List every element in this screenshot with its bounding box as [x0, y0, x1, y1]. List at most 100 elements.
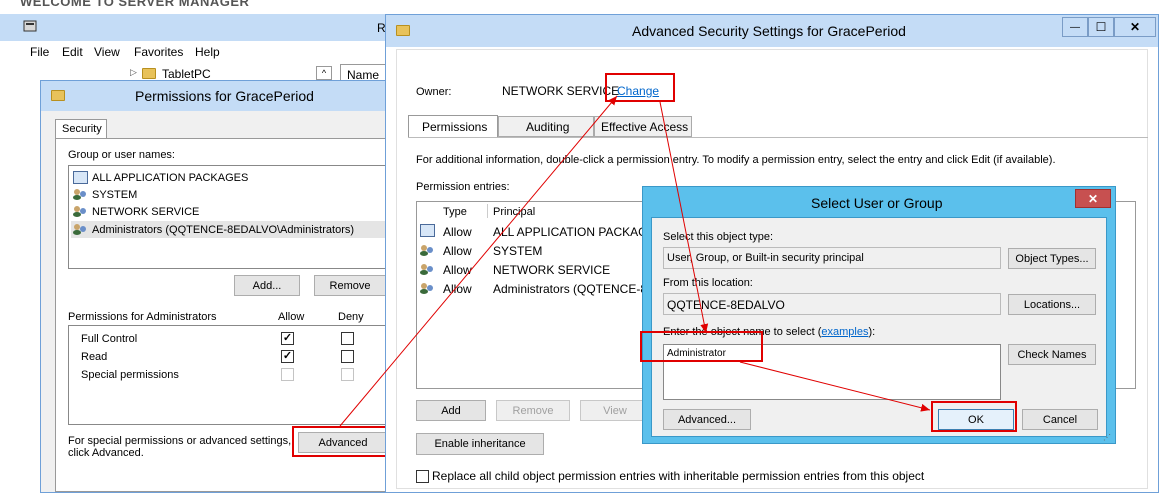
- view-entry-button: View: [580, 400, 650, 421]
- special-permissions-text: For special permissions or advanced sett…: [68, 435, 292, 447]
- entry-type: Allow: [443, 282, 472, 296]
- group-names-label: Group or user names:: [68, 149, 175, 161]
- column-type[interactable]: Type: [443, 206, 467, 218]
- permission-name: Read: [81, 351, 108, 363]
- folder-icon: [396, 25, 410, 36]
- permission-name: Special permissions: [81, 369, 179, 381]
- info-text: For additional information, double-click…: [416, 154, 1056, 166]
- permission-list: Full Control ✓ Read ✓ Special permission…: [68, 325, 388, 425]
- examples-link[interactable]: examples: [821, 326, 868, 338]
- permissions-title-bar: Permissions for GracePeriod: [41, 81, 394, 111]
- permissions-title: Permissions for GracePeriod: [135, 88, 314, 104]
- deny-column-label: Deny: [338, 311, 364, 323]
- permissions-for-label: Permissions for Administrators: [68, 311, 217, 323]
- tree-expand-icon[interactable]: ▷: [130, 67, 137, 78]
- location-value: QQTENCE-8EDALVO: [667, 298, 785, 312]
- entry-principal: Administrators (QQTENCE-8: [493, 282, 648, 296]
- users-icon: [73, 223, 88, 235]
- locations-button[interactable]: Locations...: [1008, 294, 1096, 315]
- column-divider: [487, 204, 488, 218]
- package-icon: [420, 224, 435, 237]
- menu-edit[interactable]: Edit: [62, 45, 83, 59]
- tab-permissions[interactable]: Permissions: [408, 115, 498, 138]
- list-item[interactable]: NETWORK SERVICE: [73, 204, 373, 220]
- replace-child-label: Replace all child object permission entr…: [432, 469, 925, 483]
- ok-button-highlight: [931, 401, 1017, 432]
- tab-effective-access-label: Effective Access: [601, 120, 689, 134]
- special-permissions-text-2: click Advanced.: [68, 447, 144, 459]
- object-type-label: Select this object type:: [663, 231, 774, 243]
- entry-type: Allow: [443, 244, 472, 258]
- tab-divider: [408, 137, 1148, 138]
- check-names-button[interactable]: Check Names: [1008, 344, 1096, 365]
- read-allow-checkbox[interactable]: ✓: [281, 350, 294, 363]
- table-row[interactable]: Allow ALL APPLICATION PACKAGE: [419, 223, 656, 241]
- list-item-selected[interactable]: Administrators (QQTENCE-8EDALVO\Administ…: [71, 221, 387, 238]
- user-name: SYSTEM: [92, 189, 138, 201]
- allow-column-label: Allow: [278, 311, 305, 323]
- entry-principal: ALL APPLICATION PACKAGE: [493, 225, 656, 239]
- entry-principal: SYSTEM: [493, 244, 543, 258]
- select-user-dialog: Select User or Group ✕ Select this objec…: [642, 186, 1116, 444]
- full-control-deny-checkbox[interactable]: [341, 332, 354, 345]
- owner-label: Owner:: [416, 86, 452, 98]
- menu-help[interactable]: Help: [195, 45, 220, 59]
- remove-user-button[interactable]: Remove: [314, 275, 386, 296]
- object-name-highlight: [640, 331, 763, 362]
- users-icon: [73, 205, 88, 217]
- tree-item-label: TabletPC: [162, 67, 211, 81]
- table-row[interactable]: Allow NETWORK SERVICE: [419, 261, 649, 279]
- tab-permissions-label: Permissions: [422, 120, 488, 134]
- advanced-title: Advanced Security Settings for GracePeri…: [632, 23, 906, 39]
- folder-icon: [142, 68, 156, 79]
- list-item[interactable]: ALL APPLICATION PACKAGES: [73, 170, 373, 186]
- object-type-field: User, Group, or Built-in security princi…: [663, 247, 1001, 269]
- read-deny-checkbox[interactable]: [341, 350, 354, 363]
- permission-name: Full Control: [81, 333, 138, 345]
- menu-view[interactable]: View: [94, 45, 120, 59]
- add-entry-button[interactable]: Add: [416, 400, 486, 421]
- object-type-value: User, Group, or Built-in security princi…: [667, 252, 864, 264]
- column-principal[interactable]: Principal: [493, 206, 535, 218]
- list-item[interactable]: SYSTEM: [73, 187, 373, 203]
- location-field: QQTENCE-8EDALVO: [663, 293, 1001, 315]
- select-title: Select User or Group: [811, 195, 943, 211]
- user-name: Administrators (QQTENCE-8EDALVO\Administ…: [92, 224, 355, 236]
- close-button[interactable]: ✕: [1114, 17, 1156, 37]
- object-types-button[interactable]: Object Types...: [1008, 248, 1096, 269]
- minimize-button[interactable]: —: [1062, 17, 1088, 37]
- remove-entry-button: Remove: [496, 400, 570, 421]
- entry-type: Allow: [443, 225, 472, 239]
- users-icon: [420, 282, 435, 294]
- user-list[interactable]: ALL APPLICATION PACKAGES SYSTEM NETWORK …: [68, 165, 388, 269]
- cancel-button[interactable]: Cancel: [1022, 409, 1098, 430]
- package-icon: [73, 171, 88, 184]
- background-top-text: WELCOME TO SERVER MANAGER: [20, 0, 250, 9]
- security-tab[interactable]: Security: [55, 119, 107, 139]
- maximize-button[interactable]: ☐: [1088, 17, 1114, 37]
- select-advanced-button[interactable]: Advanced...: [663, 409, 751, 430]
- location-label: From this location:: [663, 277, 753, 289]
- replace-child-checkbox[interactable]: [416, 470, 429, 483]
- advanced-button-highlight: [292, 426, 398, 457]
- users-icon: [420, 244, 435, 256]
- entry-principal: NETWORK SERVICE: [493, 263, 611, 277]
- tab-auditing[interactable]: Auditing: [498, 116, 594, 137]
- entry-type: Allow: [443, 263, 472, 277]
- enter-object-text-end: ):: [868, 326, 876, 338]
- add-user-button[interactable]: Add...: [234, 275, 300, 296]
- select-close-button[interactable]: ✕: [1075, 189, 1111, 208]
- folder-icon: [51, 90, 65, 101]
- advanced-title-bar: Advanced Security Settings for GracePeri…: [386, 15, 1158, 47]
- enable-inheritance-button[interactable]: Enable inheritance: [416, 433, 544, 455]
- table-row[interactable]: Allow Administrators (QQTENCE-8: [419, 280, 649, 298]
- menu-favorites[interactable]: Favorites: [134, 45, 183, 59]
- menu-file[interactable]: File: [30, 45, 49, 59]
- resize-grip-icon[interactable]: ⋰: [1103, 433, 1113, 443]
- full-control-allow-checkbox[interactable]: ✓: [281, 332, 294, 345]
- tab-effective-access[interactable]: Effective Access: [594, 116, 692, 137]
- change-link-highlight: [605, 73, 675, 102]
- users-icon: [73, 188, 88, 200]
- tree-scroll-up[interactable]: ^: [316, 66, 332, 80]
- table-row[interactable]: Allow SYSTEM: [419, 242, 649, 260]
